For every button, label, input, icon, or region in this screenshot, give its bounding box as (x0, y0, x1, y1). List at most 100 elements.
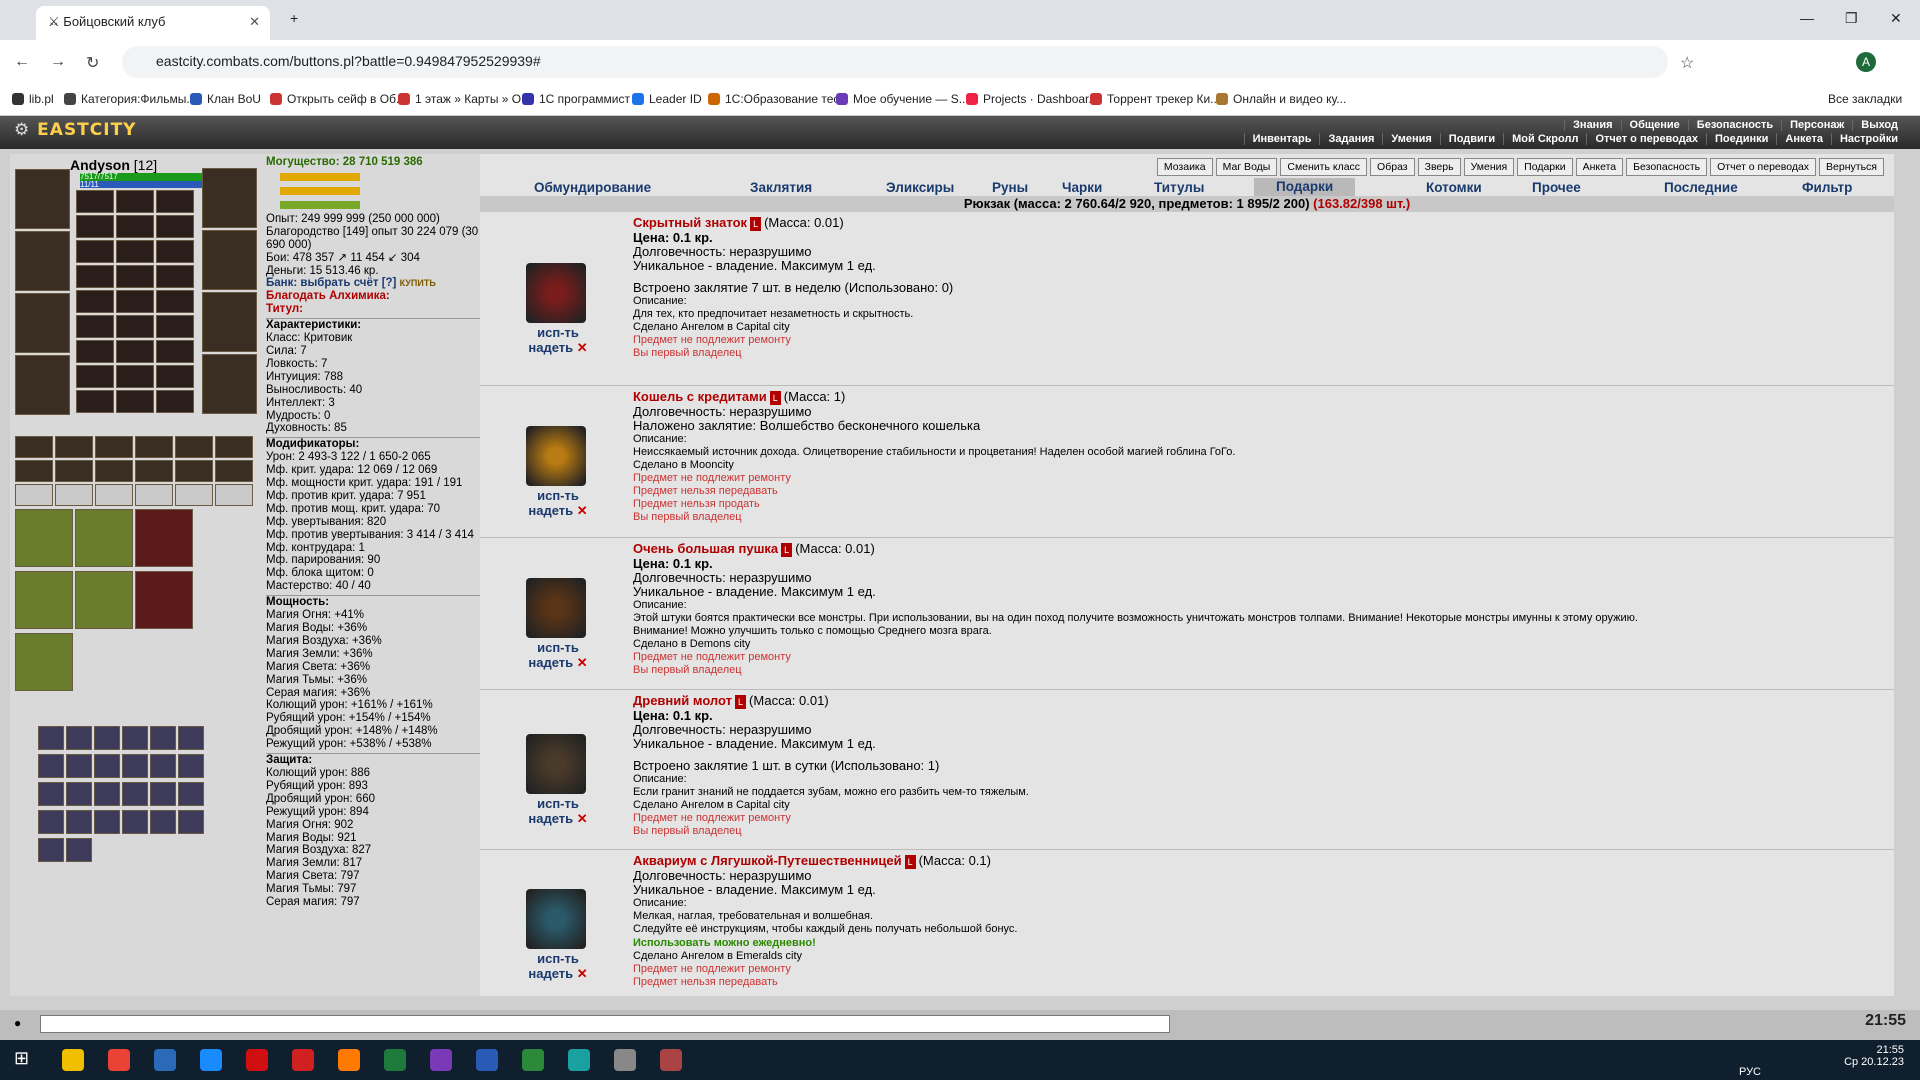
action-button[interactable]: Анкета (1575, 158, 1624, 176)
spell-slot[interactable] (94, 782, 120, 806)
item-name[interactable]: Очень большая пушка (633, 541, 778, 556)
action-button[interactable]: Вернуться (1819, 158, 1884, 176)
taskbar-app-icon[interactable] (292, 1049, 314, 1071)
rune-slot[interactable] (175, 484, 213, 506)
inventory-tab[interactable]: Прочее (1532, 180, 1581, 195)
delete-icon[interactable]: ✕ (573, 340, 588, 355)
top-menu-item[interactable]: Поединки (1705, 133, 1776, 145)
backpack-slot[interactable] (15, 509, 73, 567)
spell-slot[interactable] (38, 810, 64, 834)
all-bookmarks[interactable]: Все закладки (1828, 92, 1902, 106)
power-header[interactable]: Мощность: (266, 595, 484, 609)
inventory-tab[interactable]: Эликсиры (886, 180, 954, 195)
inventory-slot[interactable] (76, 340, 114, 363)
character-name[interactable]: Andyson [12] (70, 157, 157, 173)
rune-slot[interactable] (215, 460, 253, 482)
inventory-slot[interactable] (116, 190, 154, 213)
item-name[interactable]: Аквариум с Лягушкой-Путешественницей (633, 853, 902, 868)
new-tab-icon[interactable]: + (290, 10, 298, 26)
taskbar-app-icon[interactable] (108, 1049, 130, 1071)
spell-slot[interactable] (178, 726, 204, 750)
bookmark-item[interactable]: Клан BoU (190, 92, 261, 106)
spell-slot[interactable] (66, 726, 92, 750)
top-menu-item[interactable]: Безопасность (1687, 119, 1781, 131)
rune-slot[interactable] (55, 460, 93, 482)
use-link[interactable]: исп-ть (510, 951, 606, 966)
top-menu-item[interactable]: Выход (1852, 119, 1906, 131)
inventory-slot[interactable] (116, 290, 154, 313)
spell-slot[interactable] (150, 810, 176, 834)
rune-slot[interactable] (175, 460, 213, 482)
inventory-slot[interactable] (76, 315, 114, 338)
item-name[interactable]: Скрытный знаток (633, 215, 747, 230)
rune-slot[interactable] (95, 436, 133, 458)
taskbar-app-icon[interactable] (614, 1049, 636, 1071)
backpack-slot[interactable] (15, 633, 73, 691)
spell-slot[interactable] (66, 838, 92, 862)
use-link[interactable]: исп-ть (510, 488, 606, 503)
inventory-slot[interactable] (116, 340, 154, 363)
wear-link[interactable]: надеть (528, 966, 573, 981)
inventory-tab[interactable]: Котомки (1426, 180, 1482, 195)
spell-slot[interactable] (94, 726, 120, 750)
action-button[interactable]: Безопасность (1626, 158, 1708, 176)
inventory-slot[interactable] (116, 215, 154, 238)
delete-icon[interactable]: ✕ (573, 503, 588, 518)
equipment-slot[interactable] (202, 230, 257, 290)
rune-slot[interactable] (55, 484, 93, 506)
spell-slot[interactable] (150, 754, 176, 778)
spell-slot[interactable] (122, 754, 148, 778)
wear-link[interactable]: надеть (528, 340, 573, 355)
spell-slot[interactable] (150, 782, 176, 806)
backpack-slot[interactable] (15, 571, 73, 629)
spell-slot[interactable] (38, 754, 64, 778)
top-menu-item[interactable]: Анкета (1776, 133, 1831, 145)
use-link[interactable]: исп-ть (510, 796, 606, 811)
rune-slot[interactable] (95, 484, 133, 506)
inventory-slot[interactable] (76, 390, 114, 413)
taskbar-app-icon[interactable] (568, 1049, 590, 1071)
rune-slot[interactable] (215, 484, 253, 506)
rune-slot[interactable] (175, 436, 213, 458)
item-name[interactable]: Древний молот (633, 693, 732, 708)
bookmark-item[interactable]: Мое обучение — S... (836, 92, 969, 106)
bookmark-item[interactable]: Открыть сейф в Об... (270, 92, 406, 106)
spell-slot[interactable] (178, 810, 204, 834)
spell-slot[interactable] (38, 726, 64, 750)
inventory-tab[interactable]: Чарки (1062, 180, 1102, 195)
equipment-slot[interactable] (15, 169, 70, 229)
bookmark-item[interactable]: Projects · Dashboar... (966, 92, 1098, 106)
equipment-slot[interactable] (202, 168, 257, 228)
equipment-slot[interactable] (15, 293, 70, 353)
profile-avatar[interactable]: A (1856, 52, 1876, 72)
language-indicator[interactable]: РУС (1739, 1066, 1761, 1078)
spell-slot[interactable] (94, 754, 120, 778)
top-menu-item[interactable]: Мой Скролл (1503, 133, 1586, 145)
taskbar-app-icon[interactable] (384, 1049, 406, 1071)
minimize-icon[interactable]: — (1800, 10, 1814, 26)
chat-input[interactable] (40, 1015, 1170, 1033)
action-button[interactable]: Мозаика (1156, 158, 1213, 176)
spell-slot[interactable] (122, 810, 148, 834)
taskbar-app-icon[interactable] (154, 1049, 176, 1071)
inventory-slot[interactable] (156, 340, 194, 363)
spell-slot[interactable] (94, 810, 120, 834)
inventory-slot[interactable] (76, 290, 114, 313)
item-name[interactable]: Кошель с кредитами (633, 389, 767, 404)
inventory-slot[interactable] (156, 215, 194, 238)
bookmark-item[interactable]: 1С:Образование тест (708, 92, 845, 106)
top-menu-item[interactable]: Подвиги (1439, 133, 1503, 145)
inventory-slot[interactable] (76, 190, 114, 213)
rune-slot[interactable] (15, 460, 53, 482)
chat-icon[interactable]: ● (14, 1016, 21, 1030)
spell-slot[interactable] (66, 810, 92, 834)
delete-icon[interactable]: ✕ (573, 811, 588, 826)
buy-link[interactable]: КУПИТЬ (400, 278, 436, 288)
inventory-slot[interactable] (76, 240, 114, 263)
defense-header[interactable]: Защита: (266, 753, 484, 767)
bookmark-item[interactable]: Торрент трекер Ки... (1090, 92, 1220, 106)
wear-link[interactable]: надеть (528, 811, 573, 826)
back-icon[interactable]: ← (14, 53, 30, 71)
reload-icon[interactable]: ↻ (86, 53, 99, 73)
inventory-slot[interactable] (156, 190, 194, 213)
